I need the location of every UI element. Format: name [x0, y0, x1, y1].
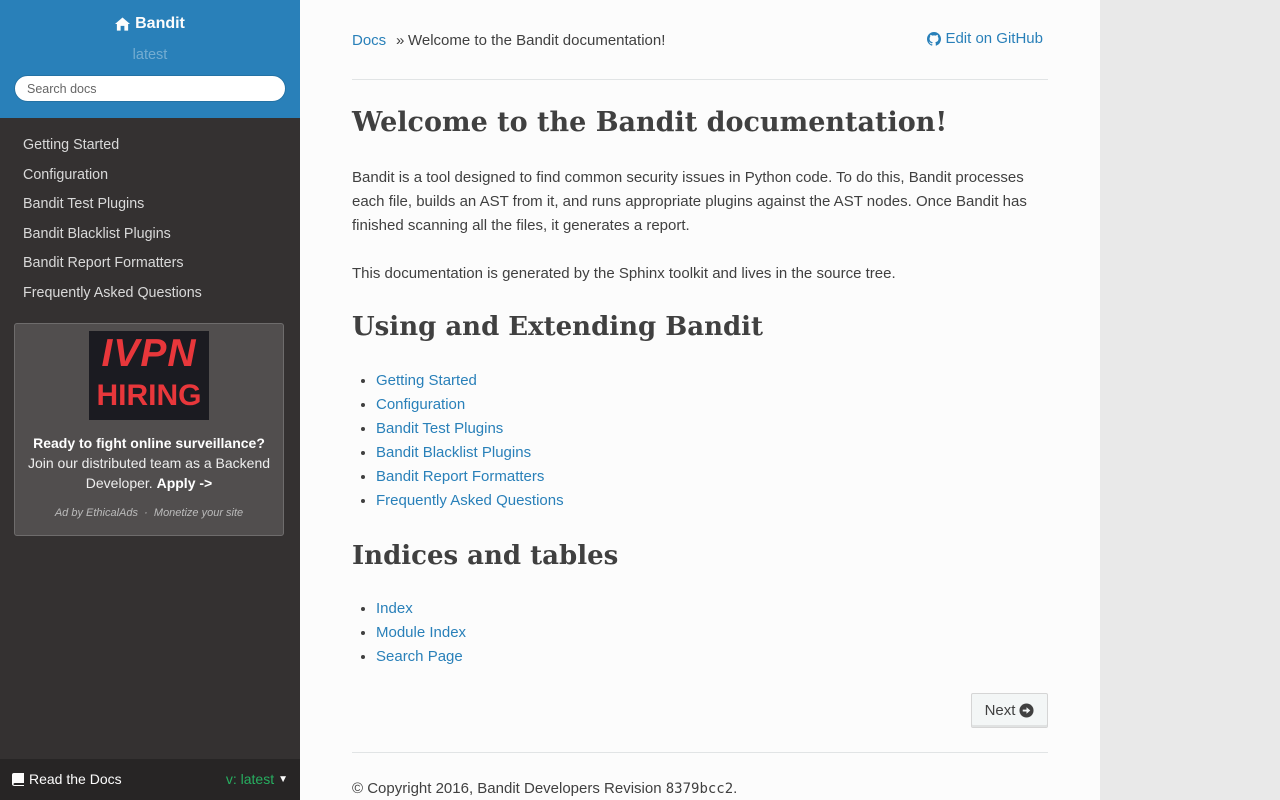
ad-by-link[interactable]: Ad by EthicalAds [55, 507, 138, 519]
list-item: Getting Started [376, 369, 564, 393]
list-item: Module Index [376, 621, 466, 645]
breadcrumb-current: Welcome to the Bandit documentation! [408, 32, 666, 49]
ad-image[interactable]: IVPN HIRING [89, 331, 209, 420]
edit-on-github-link[interactable]: Edit on GitHub [927, 30, 1043, 47]
revision-hash: 8379bcc2 [665, 781, 734, 797]
breadcrumb-docs-link[interactable]: Docs [352, 32, 386, 49]
ad-footer: Ad by EthicalAds · Monetize your site [15, 507, 283, 519]
sidebar-nav: Getting Started Configuration Bandit Tes… [0, 131, 300, 309]
toc-link-configuration[interactable]: Configuration [376, 396, 465, 413]
sphinx-paragraph: This documentation is generated by the S… [352, 265, 896, 282]
module-index-link[interactable]: Module Index [376, 624, 466, 641]
github-icon [927, 31, 942, 46]
ad-text[interactable]: Ready to fight online surveillance? Join… [15, 433, 283, 493]
ad-separator: · [144, 507, 148, 519]
project-name: Bandit [135, 15, 185, 32]
arrow-circle-right-icon [1019, 703, 1034, 718]
content-area: Docs » Welcome to the Bandit documentati… [300, 0, 1100, 800]
list-item: Bandit Report Formatters [376, 465, 564, 489]
list-item: Bandit Blacklist Plugins [376, 441, 564, 465]
ad-body: Join our distributed team as a Backend D… [27, 455, 271, 491]
sidebar-item-test-plugins[interactable]: Bandit Test Plugins [0, 190, 300, 220]
sponsored-ad: IVPN HIRING Ready to fight online survei… [14, 323, 284, 536]
page-title: Welcome to the Bandit documentation! [352, 107, 948, 138]
sidebar-item-blacklist-plugins[interactable]: Bandit Blacklist Plugins [0, 220, 300, 250]
document: Docs » Welcome to the Bandit documentati… [352, 0, 1048, 797]
project-home-link[interactable]: Bandit [115, 0, 185, 33]
search-input[interactable] [14, 75, 286, 102]
book-icon [12, 772, 24, 786]
sidebar-header: Bandit latest [0, 0, 300, 118]
footer-period: . [733, 780, 738, 797]
rtd-label: Read the Docs [12, 771, 122, 787]
caret-down-icon: ▼ [278, 773, 288, 785]
toc-link-blacklist-plugins[interactable]: Bandit Blacklist Plugins [376, 444, 531, 461]
toc-link-report-formatters[interactable]: Bandit Report Formatters [376, 468, 544, 485]
rtd-versions-bar[interactable]: Read the Docs v: latest ▼ [0, 759, 300, 800]
sidebar-item-configuration[interactable]: Configuration [0, 161, 300, 191]
version-label: latest [132, 47, 168, 63]
index-link[interactable]: Index [376, 600, 413, 617]
indices-list: Index Module Index Search Page [352, 597, 466, 669]
sidebar-item-getting-started[interactable]: Getting Started [0, 131, 300, 161]
toc-list: Getting Started Configuration Bandit Tes… [352, 369, 564, 513]
version-switcher-label: v: latest [225, 771, 275, 787]
ad-logo-text: IVPN [101, 332, 197, 375]
sidebar-item-faq[interactable]: Frequently Asked Questions [0, 279, 300, 309]
toc-link-getting-started[interactable]: Getting Started [376, 372, 477, 389]
list-item: Bandit Test Plugins [376, 417, 564, 441]
section-heading-indices: Indices and tables [352, 541, 619, 571]
breadcrumb-separator: » [396, 32, 405, 49]
search-page-link[interactable]: Search Page [376, 648, 463, 665]
list-item: Configuration [376, 393, 564, 417]
sidebar: Bandit latest Getting Started Configurat… [0, 0, 300, 800]
rtd-text: Read the Docs [29, 771, 122, 787]
section-heading-using: Using and Extending Bandit [352, 312, 764, 342]
toc-link-test-plugins[interactable]: Bandit Test Plugins [376, 420, 503, 437]
home-icon [115, 17, 131, 31]
next-button[interactable]: Next [971, 693, 1048, 728]
next-button-label: Next [984, 702, 1016, 719]
footer: © Copyright 2016, Bandit Developers Revi… [352, 780, 737, 797]
ad-headline: Ready to fight online surveillance? [33, 435, 265, 451]
toc-link-faq[interactable]: Frequently Asked Questions [376, 492, 564, 509]
copyright-text: © Copyright 2016, Bandit Developers Revi… [352, 780, 662, 797]
sidebar-item-report-formatters[interactable]: Bandit Report Formatters [0, 249, 300, 279]
list-item: Search Page [376, 645, 466, 669]
ad-hiring-text: HIRING [96, 379, 202, 412]
intro-paragraph: Bandit is a tool designed to find common… [352, 169, 1027, 234]
ad-cta: Apply -> [156, 475, 213, 491]
list-item: Frequently Asked Questions [376, 489, 564, 513]
list-item: Index [376, 597, 466, 621]
breadcrumb: Docs » Welcome to the Bandit documentati… [352, 0, 1048, 80]
monetize-link[interactable]: Monetize your site [154, 507, 243, 519]
version-switcher[interactable]: v: latest ▼ [226, 771, 288, 787]
edit-on-github-label: Edit on GitHub [945, 30, 1043, 47]
footer-divider [352, 752, 1048, 753]
